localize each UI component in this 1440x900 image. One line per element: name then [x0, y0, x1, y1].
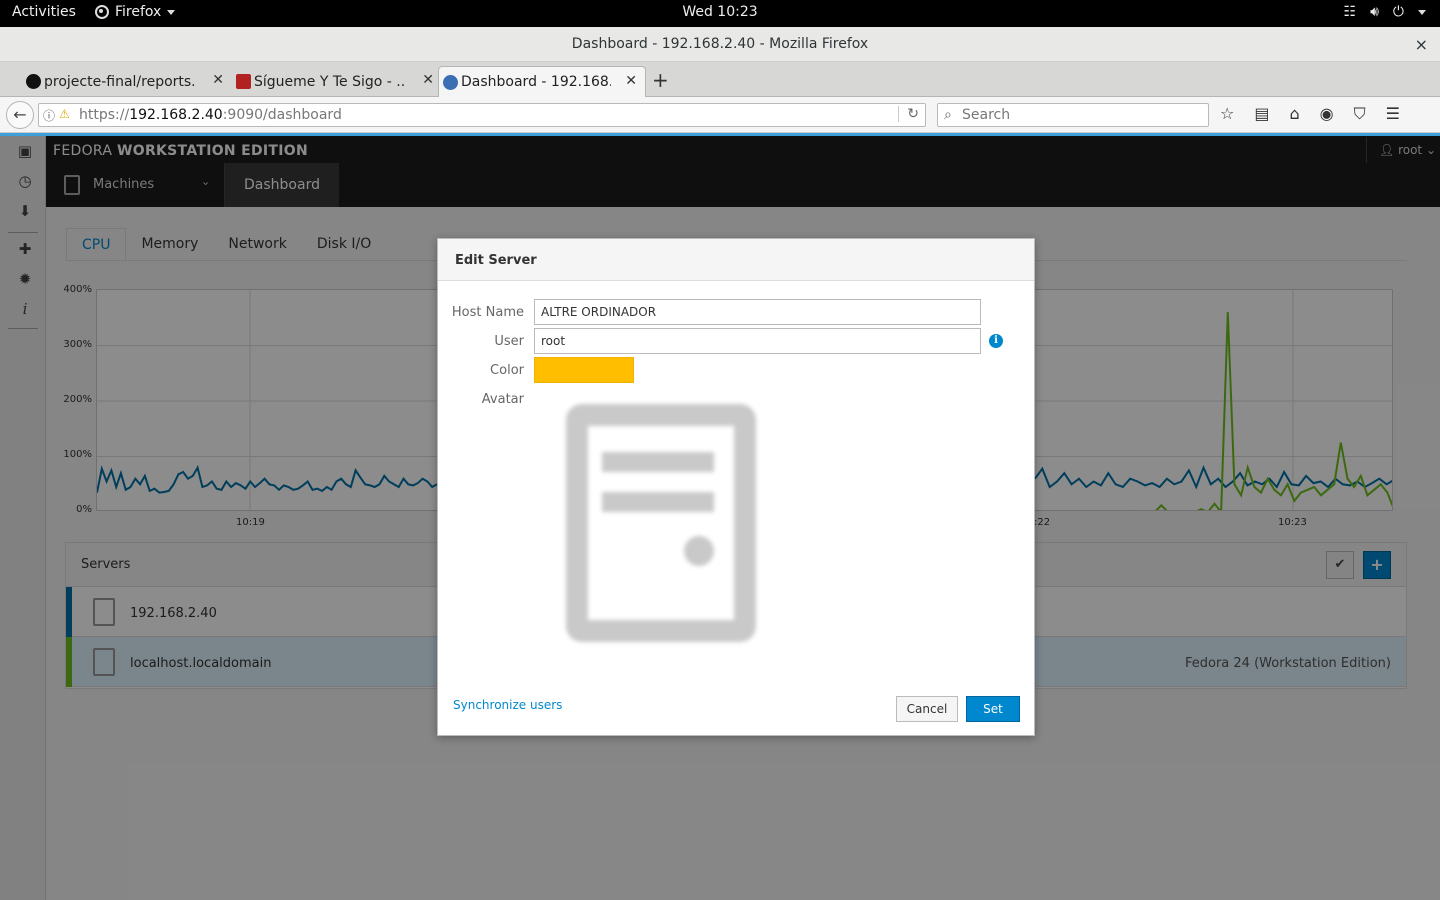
browser-tab-github[interactable]: projecte-final/reports... ✕ — [22, 66, 232, 97]
search-icon: ⌕ — [944, 107, 952, 123]
gnome-top-bar: Activities Firefox Wed 10:23 ☷ 🔊︎ ⏻ — [0, 0, 1440, 27]
power-icon: ⏻ — [1392, 4, 1404, 20]
site-info-icon[interactable]: ⓘ ⚠ — [39, 107, 79, 124]
tab-label: projecte-final/reports... — [44, 73, 194, 90]
avatar-line — [602, 452, 714, 472]
search-placeholder: Search — [962, 107, 1011, 123]
dialog-title: Edit Server — [438, 239, 1034, 281]
user-field[interactable]: root — [534, 328, 981, 354]
cancel-button[interactable]: Cancel — [896, 696, 958, 722]
tab-label: Sígueme Y Te Sigo - ... — [254, 73, 404, 90]
volume-icon: 🔊︎ — [1370, 4, 1379, 20]
browser-tab-sigueme[interactable]: Sígueme Y Te Sigo - ... ✕ — [232, 66, 442, 97]
tab-close-icon[interactable]: ✕ — [625, 73, 637, 89]
host-name-label: Host Name — [451, 305, 524, 320]
hamburger-menu-icon[interactable]: ☰ — [1386, 104, 1400, 124]
url-path: :9090/dashboard — [222, 107, 342, 123]
user-label: User — [494, 334, 524, 349]
avatar-label: Avatar — [481, 392, 524, 407]
set-button[interactable]: Set — [966, 696, 1020, 722]
url-scheme: https:// — [79, 107, 130, 123]
reading-list-icon[interactable]: ▤ — [1254, 104, 1269, 124]
bookmark-star-icon[interactable]: ☆ — [1220, 104, 1234, 124]
window-close-button[interactable]: × — [1415, 27, 1428, 62]
system-tray[interactable]: ☷ 🔊︎ ⏻ — [1344, 4, 1426, 20]
color-picker[interactable] — [534, 357, 634, 383]
back-button[interactable]: ← — [6, 101, 34, 129]
tab-close-icon[interactable]: ✕ — [212, 72, 224, 88]
synchronize-users-link[interactable]: Synchronize users — [453, 698, 562, 712]
search-input[interactable]: ⌕ Search — [937, 103, 1209, 127]
clock[interactable]: Wed 10:23 — [0, 4, 1440, 20]
avatar-line — [602, 492, 714, 512]
server-avatar-icon[interactable] — [566, 404, 756, 642]
tab-close-icon[interactable]: ✕ — [422, 72, 434, 88]
url-host: 192.168.2.40 — [129, 107, 223, 123]
host-name-field[interactable]: ALTRE ORDINADOR — [534, 299, 981, 325]
site-icon — [236, 74, 251, 89]
tab-label: Dashboard - 192.168.... — [461, 74, 611, 90]
window-title: Dashboard - 192.168.2.40 - Mozilla Firef… — [571, 36, 869, 52]
browser-tab-dashboard[interactable]: Dashboard - 192.168.... ✕ — [438, 66, 646, 97]
reload-icon[interactable]: ↻ — [898, 106, 919, 122]
chat-icon[interactable]: ◉ — [1320, 104, 1334, 124]
edit-server-dialog: Edit Server Host Name ALTRE ORDINADOR Us… — [437, 238, 1035, 736]
toolbar-icons: ☆ ▤ ⌂ ◉ ⛉ ☰ — [1220, 104, 1400, 124]
url-bar[interactable]: ⓘ ⚠ https:// 192.168.2.40 :9090/dashboar… — [38, 103, 926, 127]
pocket-icon[interactable]: ⛉ — [1354, 104, 1366, 124]
github-icon — [26, 74, 41, 89]
fedora-icon — [443, 75, 458, 90]
window-titlebar: Dashboard - 192.168.2.40 - Mozilla Firef… — [0, 27, 1440, 62]
tab-bar: projecte-final/reports... ✕ Sígueme Y Te… — [0, 62, 1440, 97]
color-label: Color — [490, 363, 524, 378]
avatar-dot — [684, 536, 714, 566]
info-icon[interactable]: i — [989, 334, 1003, 348]
chevron-down-icon — [1418, 9, 1426, 15]
new-tab-button[interactable]: + — [652, 68, 669, 92]
network-icon: ☷ — [1343, 4, 1357, 20]
home-icon[interactable]: ⌂ — [1289, 104, 1299, 124]
